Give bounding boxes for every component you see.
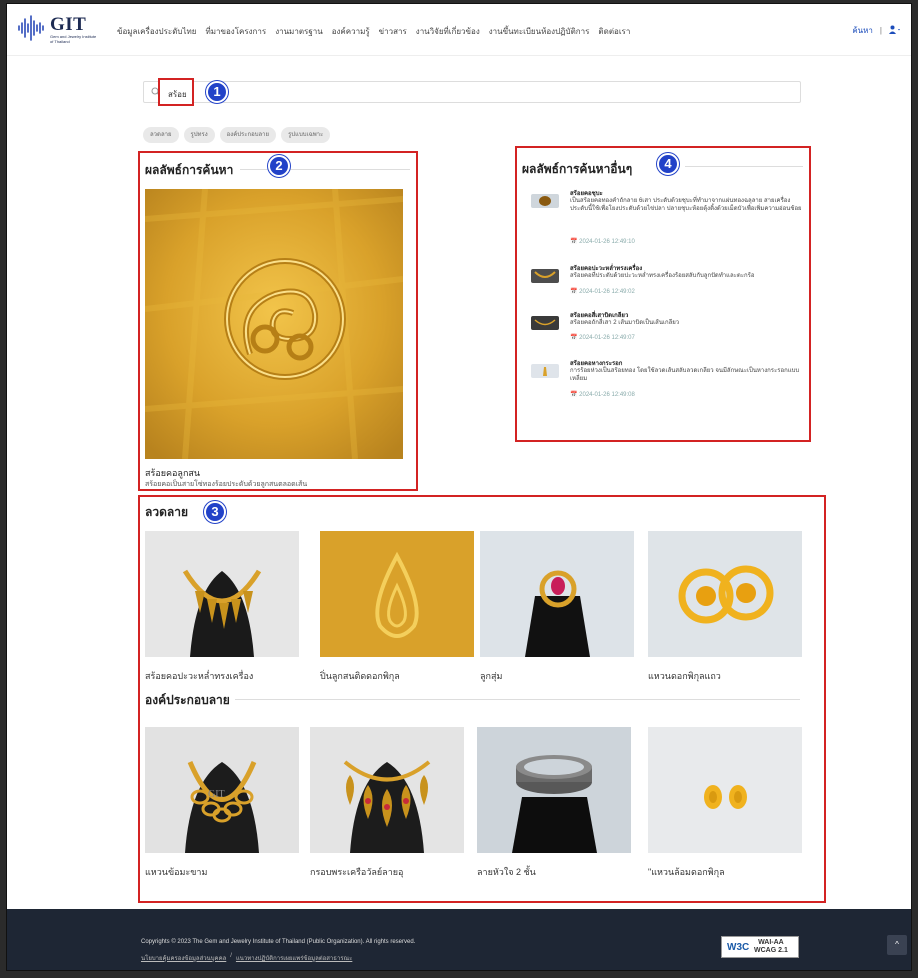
item-image [480, 531, 634, 657]
item-image [145, 531, 299, 657]
thumbnail [531, 194, 559, 208]
nav-item-standards[interactable]: งานมาตรฐาน [275, 25, 323, 38]
pattern-section-title: ลวดลาย [145, 505, 189, 519]
main-nav: ข้อมูลเครื่องประดับไทย ที่มาของโครงการ ง… [117, 25, 630, 38]
other-results-title: ผลลัพธ์การค้นหาอื่นๆ [522, 162, 633, 176]
main-result-desc: สร้อยคอเป็นสายโซ่ทองร้อยประดับด้วยลูกสนต… [145, 481, 308, 488]
w3c-logo: W3C [727, 941, 750, 953]
header-separator: | [879, 26, 882, 35]
filter-chip-component[interactable]: องค์ประกอบลาย [219, 127, 277, 143]
grid-item[interactable]: "แหวนล้อมดอกพิกุล [648, 727, 802, 879]
divider [235, 699, 800, 700]
filter-chips: ลวดลาย รูปทรง องค์ประกอบลาย รูปแบบเฉพาะ [143, 127, 331, 143]
callout-badge-4: 4 [657, 153, 679, 175]
nav-item-knowledge[interactable]: องค์ความรู้ [332, 25, 370, 38]
item-desc: การร้อยห่วงเป็นสร้อยทอง โดยใช้ลวดเส้นสลั… [570, 368, 800, 382]
item-image: GIT [145, 727, 299, 853]
grid-item[interactable]: ปิ่นลูกสนติดดอกพิกุล [320, 531, 474, 683]
thumbnail [531, 316, 559, 330]
main-result-title: ผลลัพธ์การค้นหา [145, 163, 234, 177]
header-actions: ค้นหา | [852, 24, 901, 37]
thumbnail [531, 269, 559, 283]
filter-chip-shape[interactable]: รูปทรง [183, 127, 215, 143]
item-date: 📅 2024-01-26 12:49:08 [570, 392, 635, 398]
grid-item[interactable]: ลายหัวใจ 2 ชั้น [477, 727, 631, 879]
item-label: ปิ่นลูกสนติดดอกพิกุล [320, 671, 400, 681]
brand-name: GIT [50, 14, 87, 35]
item-image [320, 531, 474, 657]
search-link[interactable]: ค้นหา [852, 24, 873, 37]
item-label: สร้อยคอปะวะหล่ำทรงเครื่อง [145, 671, 254, 681]
git-logo[interactable]: GIT Gem and Jewelry Institute of Thailan… [17, 14, 107, 46]
item-desc: สร้อยคอที่ประดับด้วยปะวะหล่ำทรงเครื่องร้… [570, 273, 755, 279]
item-label: ลูกสุ่ม [480, 671, 503, 681]
wcag-label: WAI-AA WCAG 2.1 [754, 939, 788, 954]
grid-item[interactable]: กรอบพระเครือวัลย์ลายอุ [310, 727, 464, 879]
item-image [477, 727, 631, 853]
list-item[interactable]: สร้อยคอปะวะหล่ำทรงเครื่อง สร้อยคอที่ประด… [531, 263, 801, 295]
filter-chip-pattern[interactable]: ลวดลาย [143, 127, 179, 143]
item-label: แหวนข้อมะขาม [145, 867, 208, 877]
list-item[interactable]: สร้อยคอชุบะ เป็นสร้อยคอทองคำถักลาย 6เสา … [531, 188, 802, 248]
main-result-image[interactable] [145, 189, 403, 459]
item-label: ลายหัวใจ 2 ชั้น [477, 867, 536, 877]
grid-item[interactable]: แหวนดอกพิกุลแถว [648, 531, 802, 683]
main-result-name[interactable]: สร้อยคอลูกสน [145, 466, 200, 480]
divider [685, 166, 803, 167]
sound-wave-logo-icon [18, 15, 44, 41]
callout-badge-3: 3 [204, 501, 226, 523]
filter-chip-specific[interactable]: รูปแบบเฉพาะ [281, 127, 331, 143]
nav-item-thai-jewelry[interactable]: ข้อมูลเครื่องประดับไทย [117, 25, 196, 38]
item-label: กรอบพระเครือวัลย์ลายอุ [310, 867, 404, 877]
callout-badge-2: 2 [268, 155, 290, 177]
public-disclosure-link[interactable]: แนวทางปฏิบัติการเผยแพร่ข้อมูลต่อสาธารณะ [236, 953, 352, 963]
nav-item-news[interactable]: ข่าวสาร [379, 25, 407, 38]
scroll-to-top-button[interactable]: ^ [887, 935, 907, 955]
divider [240, 169, 410, 170]
user-menu-icon[interactable] [889, 25, 901, 36]
grid-item[interactable]: ลูกสุ่ม [480, 531, 634, 683]
main-result-panel: ผลลัพธ์การค้นหา 2 สร้อยคอลูกสน สร้อยคอเป… [138, 151, 418, 491]
item-image [310, 727, 464, 853]
related-items-panel: ลวดลาย 3 สร้อยคอปะวะหล่ำทรงเครื่อง ปิ่นล… [138, 495, 826, 903]
other-results-panel: ผลลัพธ์การค้นหาอื่นๆ 4 สร้อยคอชุบะ เป็นส… [515, 146, 811, 442]
footer-link-separator: / [230, 953, 232, 959]
nav-item-contact[interactable]: ติดต่อเรา [598, 25, 630, 38]
page: GIT Gem and Jewelry Institute of Thailan… [6, 3, 912, 971]
nav-item-project-origin[interactable]: ที่มาของโครงการ [205, 25, 266, 38]
item-date: 📅 2024-01-26 12:49:07 [570, 335, 635, 341]
svg-text:GIT: GIT [208, 789, 225, 800]
privacy-policy-link[interactable]: นโยบายคุ้มครองข้อมูลส่วนบุคคล [141, 953, 226, 963]
nav-item-lab-registration[interactable]: งานขึ้นทะเบียนห้องปฏิบัติการ [489, 25, 590, 38]
item-image [648, 727, 802, 853]
grid-item[interactable]: สร้อยคอปะวะหล่ำทรงเครื่อง [145, 531, 299, 683]
item-desc: สร้อยคอถักสี่เสา 2 เส้นมาบิดเป็นเส้นเกลี… [570, 320, 680, 326]
footer: Copyrights © 2023 The Gem and Jewelry In… [7, 909, 911, 970]
search-input[interactable]: สร้อย [158, 78, 194, 106]
item-desc: เป็นสร้อยคอทองคำถักลาย 6เสา ประดับด้วยชุ… [570, 198, 802, 212]
footer-links: นโยบายคุ้มครองข้อมูลส่วนบุคคล / แนวทางปฏ… [141, 953, 352, 963]
item-image [648, 531, 802, 657]
component-section-title: องค์ประกอบลาย [145, 693, 230, 707]
item-label: "แหวนล้อมดอกพิกุล [648, 867, 725, 877]
brand-subtitle: Gem and Jewelry Institute of Thailand [50, 34, 97, 44]
thumbnail [531, 364, 559, 378]
header: GIT Gem and Jewelry Institute of Thailan… [7, 4, 911, 56]
list-item[interactable]: สร้อยคอหางกระรอก การร้อยห่วงเป็นสร้อยทอง… [531, 358, 801, 410]
item-date: 📅 2024-01-26 12:49:10 [570, 239, 635, 245]
callout-badge-1: 1 [206, 81, 228, 103]
item-label: แหวนดอกพิกุลแถว [648, 671, 721, 681]
search-bar[interactable]: สร้อย 1 [143, 78, 801, 106]
grid-item[interactable]: GIT แหวนข้อมะขาม [145, 727, 299, 879]
item-date: 📅 2024-01-26 12:49:02 [570, 289, 635, 295]
nav-item-research[interactable]: งานวิจัยที่เกี่ยวข้อง [416, 25, 480, 38]
copyright-text: Copyrights © 2023 The Gem and Jewelry In… [141, 939, 416, 945]
list-item[interactable]: สร้อยคอสี่เสาบิดเกลียว สร้อยคอถักสี่เสา … [531, 310, 801, 342]
wcag-badge[interactable]: W3C WAI-AA WCAG 2.1 [721, 936, 799, 958]
